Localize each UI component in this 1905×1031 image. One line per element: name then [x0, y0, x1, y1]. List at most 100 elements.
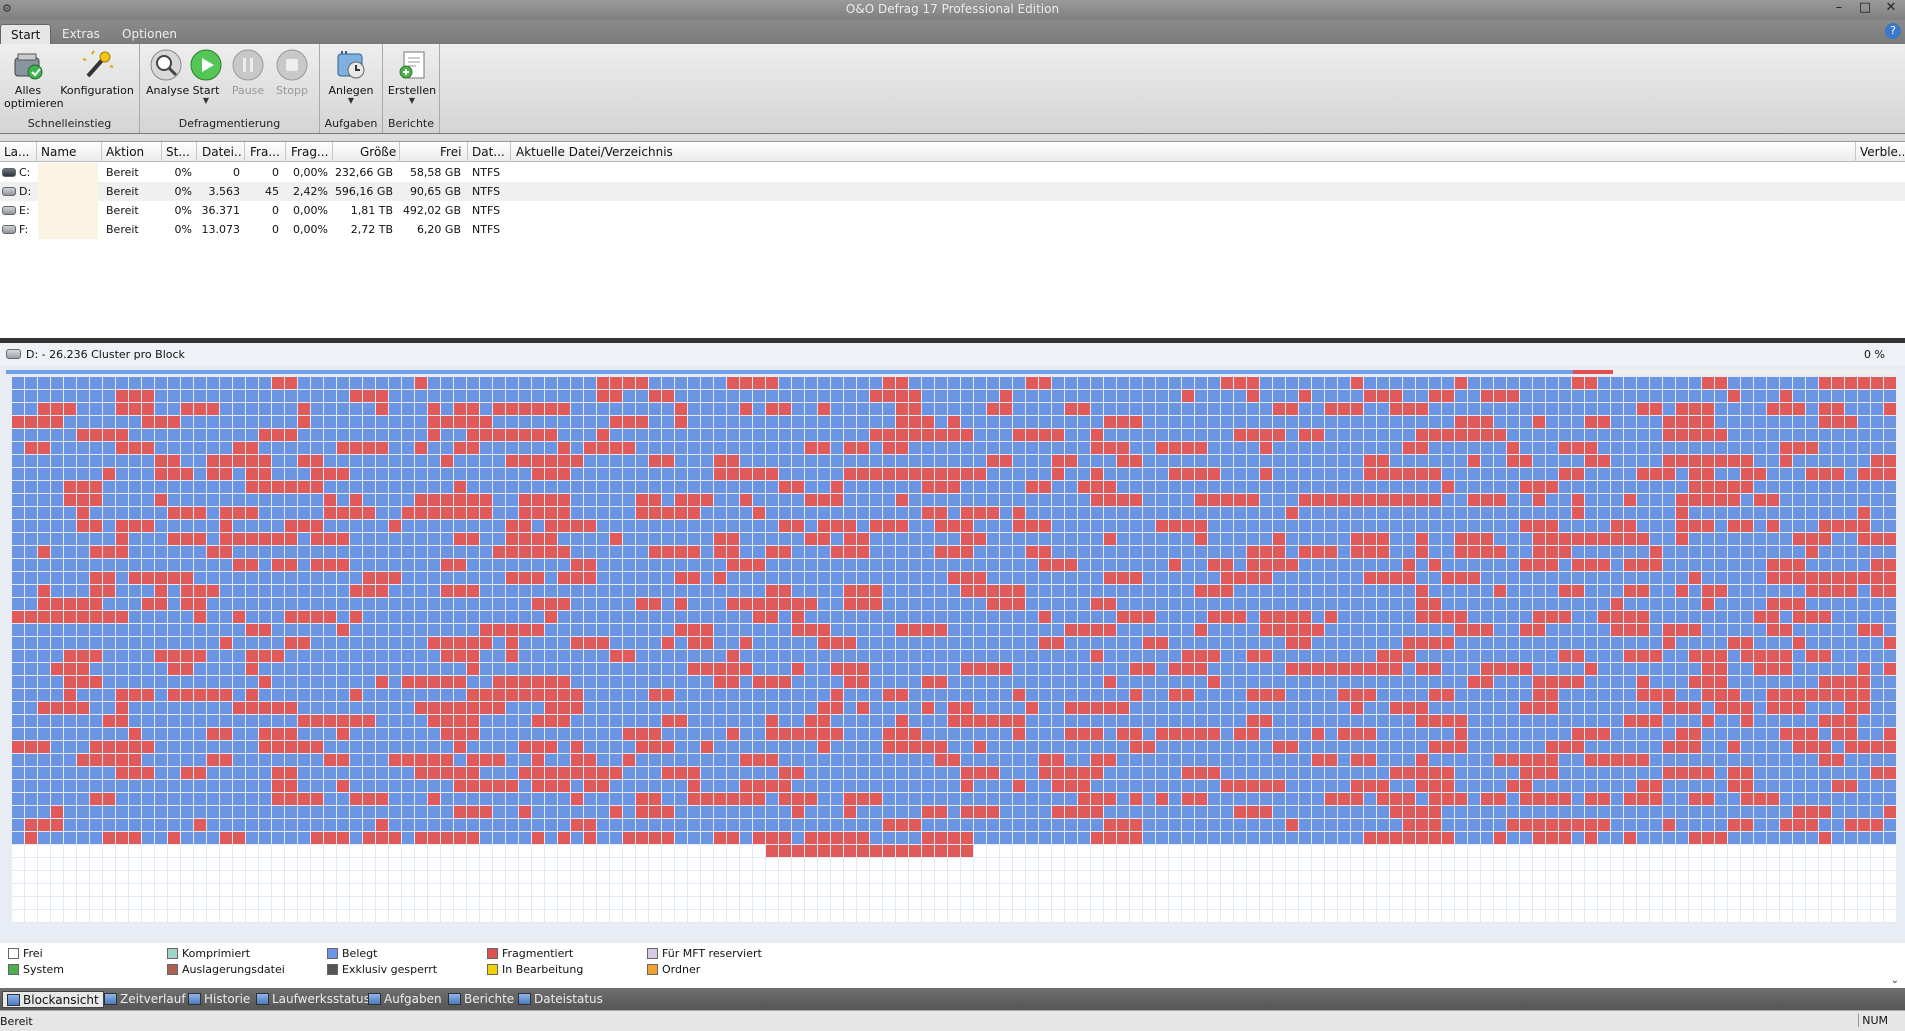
- cluster-block: [1325, 559, 1337, 571]
- cluster-block: [233, 429, 245, 441]
- cluster-block: [597, 429, 609, 441]
- cluster-block: [805, 754, 817, 766]
- col-groesse[interactable]: Größe: [360, 145, 396, 159]
- col-aktuelle-datei[interactable]: Aktuelle Datei/Verzeichnis: [516, 145, 816, 159]
- cluster-block: [1312, 377, 1324, 389]
- cluster-block: [688, 481, 700, 493]
- erstellen-button[interactable]: Erstellen ▼: [387, 48, 437, 105]
- col-name[interactable]: Name: [41, 145, 99, 159]
- cluster-block: [129, 741, 141, 753]
- stopp-button[interactable]: Stopp: [272, 48, 312, 97]
- cluster-block: [1793, 572, 1805, 584]
- analyse-button[interactable]: Analyse: [146, 48, 189, 97]
- cluster-block: [1104, 767, 1116, 779]
- cell-files: 0: [233, 166, 240, 179]
- cluster-block: [844, 481, 856, 493]
- anlegen-dropdown-icon[interactable]: ▼: [324, 97, 378, 105]
- col-status[interactable]: St...: [166, 145, 194, 159]
- cluster-block: [649, 442, 661, 454]
- cluster-block: [1702, 520, 1714, 532]
- cluster-block: [207, 793, 219, 805]
- konfiguration-button[interactable]: Konfiguration: [58, 48, 136, 97]
- cluster-block: [1377, 650, 1389, 662]
- cluster-block: [662, 663, 674, 675]
- cell-frag-pct: 0,00%: [293, 166, 328, 179]
- cluster-block: [597, 403, 609, 415]
- tab-optionen[interactable]: Optionen: [112, 24, 187, 44]
- col-frei[interactable]: Frei: [440, 145, 464, 159]
- pause-button[interactable]: Pause: [228, 48, 268, 97]
- cluster-block: [1117, 546, 1129, 558]
- block-map[interactable]: [12, 377, 1896, 927]
- cluster-block: [324, 663, 336, 675]
- cluster-block: [649, 715, 661, 727]
- cluster-block: [1104, 598, 1116, 610]
- cluster-block: [168, 767, 180, 779]
- cluster-block: [909, 546, 921, 558]
- cluster-block: [1468, 585, 1480, 597]
- cluster-block: [376, 754, 388, 766]
- cluster-block: [506, 806, 518, 818]
- start-button[interactable]: Start ▼: [188, 48, 224, 105]
- cluster-block: [766, 806, 778, 818]
- col-dateien[interactable]: Datei...: [202, 145, 242, 159]
- col-dateisystem[interactable]: Dat...: [472, 145, 508, 159]
- cluster-block: [1351, 715, 1363, 727]
- table-row[interactable]: F: Bereit 0% 13.073 0 0,00% 2,72 TB 6,20…: [0, 220, 1905, 239]
- cluster-block: [753, 481, 765, 493]
- cluster-block: [909, 598, 921, 610]
- cluster-block: [766, 754, 778, 766]
- cluster-block: [857, 546, 869, 558]
- cluster-block: [1143, 390, 1155, 402]
- cluster-block: [1702, 754, 1714, 766]
- cluster-block: [1364, 676, 1376, 688]
- cluster-block: [12, 702, 24, 714]
- table-row[interactable]: E: Bereit 0% 36.371 0 0,00% 1,81 TB 492,…: [0, 201, 1905, 220]
- col-verbleibend[interactable]: Verble...: [1860, 145, 1904, 159]
- col-fragmentierung[interactable]: Frag...: [291, 145, 331, 159]
- col-aktion[interactable]: Aktion: [106, 145, 162, 159]
- help-icon[interactable]: ?: [1885, 23, 1901, 39]
- cluster-block: [623, 481, 635, 493]
- cluster-block: [948, 767, 960, 779]
- minimize-icon[interactable]: –: [1831, 0, 1847, 15]
- cluster-block: [1455, 728, 1467, 740]
- cluster-block: [1442, 754, 1454, 766]
- close-icon[interactable]: ✕: [1883, 0, 1899, 15]
- cluster-block: [220, 403, 232, 415]
- cluster-block: [1065, 806, 1077, 818]
- table-row[interactable]: C: Bereit 0% 0 0 0,00% 232,66 GB 58,58 G…: [0, 163, 1905, 182]
- tab-extras[interactable]: Extras: [52, 24, 110, 44]
- cluster-block: [467, 663, 479, 675]
- anlegen-button[interactable]: Anlegen ▼: [324, 48, 378, 105]
- cluster-block: [402, 494, 414, 506]
- cluster-block: [1741, 481, 1753, 493]
- cluster-block: [1780, 728, 1792, 740]
- erstellen-dropdown-icon[interactable]: ▼: [387, 97, 437, 105]
- cluster-block: [1143, 442, 1155, 454]
- col-laufwerk[interactable]: La...: [4, 145, 34, 159]
- cluster-block: [1793, 611, 1805, 623]
- table-row[interactable]: D: Bereit 0% 3.563 45 2,42% 596,16 GB 90…: [0, 182, 1905, 201]
- cluster-block: [324, 689, 336, 701]
- cluster-block: [1091, 650, 1103, 662]
- cluster-block: [1715, 676, 1727, 688]
- start-dropdown-icon[interactable]: ▼: [188, 97, 224, 105]
- cluster-block: [922, 481, 934, 493]
- cluster-block: [1312, 572, 1324, 584]
- cluster-block: [1533, 416, 1545, 428]
- cluster-block: [1819, 598, 1831, 610]
- cluster-block: [64, 442, 76, 454]
- col-fragmentierte-dateien[interactable]: Fra...: [250, 145, 284, 159]
- maximize-icon[interactable]: □: [1857, 0, 1873, 15]
- cluster-block: [129, 715, 141, 727]
- cluster-block: [1624, 741, 1636, 753]
- alles-optimieren-button[interactable]: Alles optimieren: [4, 48, 64, 110]
- cluster-block: [1585, 559, 1597, 571]
- cluster-block: [272, 780, 284, 792]
- cluster-block: [1767, 650, 1779, 662]
- cell-status: 0%: [174, 185, 192, 198]
- cluster-block: [610, 494, 622, 506]
- cluster-block: [1091, 442, 1103, 454]
- tab-start[interactable]: Start: [0, 24, 52, 44]
